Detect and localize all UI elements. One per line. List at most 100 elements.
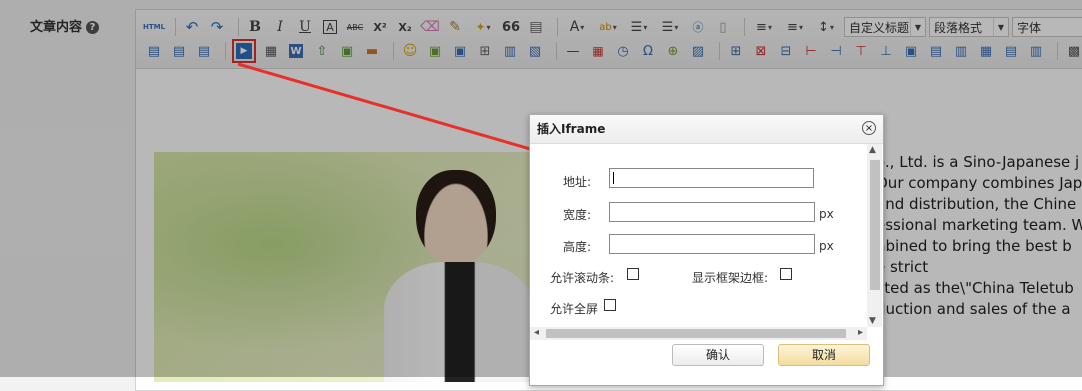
format-brush-icon[interactable]: ✎ bbox=[445, 17, 465, 37]
blockquote-button[interactable]: 66 bbox=[501, 17, 521, 37]
font-select[interactable]: 字体 bbox=[1012, 17, 1082, 37]
width-input[interactable] bbox=[609, 202, 815, 222]
horizontal-rule-icon[interactable]: — bbox=[563, 41, 583, 61]
dialog-title[interactable]: 插入Iframe bbox=[530, 115, 883, 144]
dialog-footer: 确认 取消 bbox=[530, 341, 883, 385]
align-center-icon[interactable]: ▤ bbox=[169, 41, 189, 61]
film-icon[interactable]: ▦ bbox=[261, 41, 281, 61]
scroll-right-icon[interactable]: ▸ bbox=[858, 327, 863, 338]
delete-table-icon[interactable]: ⊠ bbox=[751, 41, 771, 61]
merge-right-icon[interactable]: ▤ bbox=[926, 41, 946, 61]
eraser-icon[interactable]: ⌫ bbox=[420, 17, 440, 37]
body-text-line: Our company combines Jap bbox=[876, 174, 1082, 192]
insert-paragraph-before-table-icon[interactable]: ⊟ bbox=[776, 41, 796, 61]
insert-col-icon[interactable]: ⊤ bbox=[851, 41, 871, 61]
height-input[interactable] bbox=[609, 234, 815, 254]
auto-format-icon[interactable]: ✦ bbox=[470, 17, 496, 37]
row-spacing-top-icon[interactable]: ≡ bbox=[751, 17, 777, 37]
scroll-down-icon[interactable]: ▼ bbox=[869, 316, 876, 326]
vertical-scroll-thumb[interactable] bbox=[870, 160, 880, 290]
gmap-icon[interactable]: ▥ bbox=[500, 41, 520, 61]
attachment-icon[interactable]: ▧ bbox=[525, 41, 545, 61]
underline-button[interactable]: U bbox=[295, 17, 315, 37]
template-icon[interactable]: ⊞ bbox=[475, 41, 495, 61]
delete-col-icon[interactable]: ⊥ bbox=[876, 41, 896, 61]
fullscreen-label: 允许全屏 bbox=[550, 302, 599, 316]
paste-plain-icon[interactable]: ▤ bbox=[526, 17, 546, 37]
select-all-icon[interactable]: ⓐ bbox=[688, 17, 708, 37]
preview-icon[interactable]: ▨ bbox=[688, 41, 708, 61]
toolbar-separator bbox=[238, 18, 239, 36]
confirm-button[interactable]: 确认 bbox=[672, 344, 764, 366]
superscript-button[interactable]: X² bbox=[370, 17, 390, 37]
map-icon[interactable]: ▣ bbox=[450, 41, 470, 61]
scroll-up-icon[interactable]: ▲ bbox=[869, 145, 876, 155]
upload-icon[interactable]: ⇧ bbox=[312, 41, 332, 61]
merge-down-icon[interactable]: ▥ bbox=[951, 41, 971, 61]
close-icon[interactable]: × bbox=[862, 121, 876, 135]
redo-icon[interactable]: ↷ bbox=[207, 17, 227, 37]
clear-doc-icon[interactable]: ▯ bbox=[713, 17, 733, 37]
chevron-down-icon: ▼ bbox=[992, 18, 1004, 36]
html-source-button[interactable]: HTML bbox=[143, 17, 165, 37]
chevron-down-icon: ▼ bbox=[909, 18, 921, 36]
dialog-horizontal-scrollbar[interactable]: ◂ ▸ bbox=[530, 327, 867, 340]
time-icon[interactable]: ◷ bbox=[613, 41, 633, 61]
align-right-icon[interactable]: ▤ bbox=[194, 41, 214, 61]
scroll-checkbox[interactable] bbox=[627, 268, 639, 280]
body-text-line: and distribution, the Chine bbox=[876, 195, 1077, 213]
scroll-label: 允许滚动条: bbox=[550, 271, 615, 285]
scrawl-icon[interactable]: ▣ bbox=[425, 41, 445, 61]
split-cols-icon[interactable]: ▥ bbox=[1026, 41, 1046, 61]
split-rows-icon[interactable]: ▤ bbox=[1001, 41, 1021, 61]
toolbar-separator bbox=[175, 18, 176, 36]
font-color-button[interactable]: A bbox=[564, 17, 590, 37]
font-border-button[interactable]: A bbox=[323, 20, 337, 34]
align-left-icon[interactable]: ▤ bbox=[144, 41, 164, 61]
heading-select[interactable]: 自定义标题 ▼ bbox=[844, 17, 926, 37]
ordered-list-icon[interactable]: ☰ bbox=[626, 17, 652, 37]
cancel-button[interactable]: 取消 bbox=[778, 344, 870, 366]
toolbar-row-2: ▤ ▤ ▤ ▶ ▦ W ⇧ ▣ ▬ ☺ ▣ ▣ ⊞ ▥ ▧ — ▦ ◷ Ω ⊕ … bbox=[144, 39, 1082, 63]
insert-iframe-button[interactable]: ▶ bbox=[232, 39, 256, 63]
body-text-line: o., Ltd. is a Sino-Japanese j bbox=[876, 153, 1080, 171]
special-chars-icon[interactable]: Ω bbox=[638, 41, 658, 61]
strikethrough-button[interactable]: ABC bbox=[345, 17, 365, 37]
emoji-icon[interactable]: ☺ bbox=[400, 41, 420, 61]
toolbar-separator bbox=[719, 42, 720, 60]
content-photo bbox=[154, 152, 544, 382]
border-checkbox[interactable] bbox=[780, 268, 792, 280]
picture-icon[interactable]: ▬ bbox=[362, 41, 382, 61]
merge-cells-icon[interactable]: ▣ bbox=[901, 41, 921, 61]
subscript-button[interactable]: X₂ bbox=[395, 17, 415, 37]
editor-toolbar: HTML ↶ ↷ B I U A ABC X² X₂ ⌫ ✎ ✦ 66 ▤ A … bbox=[136, 10, 1082, 69]
delete-row-icon[interactable]: ⊣ bbox=[826, 41, 846, 61]
background-color-icon[interactable]: ab bbox=[595, 17, 621, 37]
fullscreen-checkbox[interactable] bbox=[604, 299, 616, 311]
horizontal-scroll-thumb[interactable] bbox=[546, 329, 846, 338]
help-icon[interactable]: ? bbox=[86, 21, 100, 34]
line-height-icon[interactable]: ↕ bbox=[813, 17, 839, 37]
scroll-left-icon[interactable]: ◂ bbox=[534, 327, 539, 338]
font-select-value: 字体 bbox=[1017, 20, 1042, 35]
date-icon[interactable]: ▦ bbox=[588, 41, 608, 61]
italic-button[interactable]: I bbox=[270, 17, 290, 37]
insert-iframe-dialog: 插入Iframe × 地址: 宽度: px 高度: px 允许滚动条: 显示框架… bbox=[529, 114, 884, 386]
undo-icon[interactable]: ↶ bbox=[182, 17, 202, 37]
row-spacing-bottom-icon[interactable]: ≡ bbox=[782, 17, 808, 37]
address-input[interactable] bbox=[609, 168, 814, 188]
toolbar-separator bbox=[393, 42, 394, 60]
split-cells-icon[interactable]: ▦ bbox=[976, 41, 996, 61]
unordered-list-icon[interactable]: ☰ bbox=[657, 17, 683, 37]
insert-table-icon[interactable]: ⊞ bbox=[726, 41, 746, 61]
insert-image-icon[interactable]: ▣ bbox=[337, 41, 357, 61]
body-text-line: essional marketing team. W bbox=[876, 216, 1082, 234]
paragraph-select[interactable]: 段落格式 ▼ bbox=[929, 17, 1009, 37]
heading-select-value: 自定义标题 bbox=[849, 20, 910, 35]
bold-button[interactable]: B bbox=[245, 17, 265, 37]
dialog-vertical-scrollbar[interactable]: ▲ ▼ bbox=[867, 144, 882, 327]
word-icon[interactable]: W bbox=[289, 44, 303, 58]
search-replace-icon[interactable]: ⊕ bbox=[663, 41, 683, 61]
insert-row-icon[interactable]: ⊢ bbox=[801, 41, 821, 61]
print-icon[interactable]: ▩ bbox=[1064, 41, 1082, 61]
